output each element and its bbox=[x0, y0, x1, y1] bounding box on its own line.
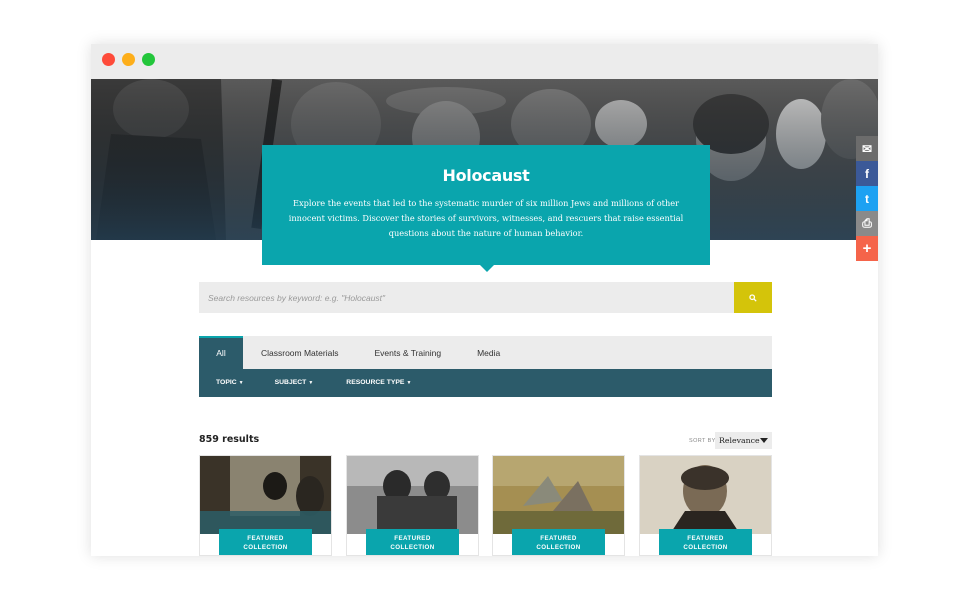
print-button[interactable]: ⎙ bbox=[856, 211, 878, 236]
filter-subject-label: SUBJECT bbox=[274, 379, 307, 386]
more-share-button[interactable]: + bbox=[856, 236, 878, 261]
filter-topic-label: TOPIC bbox=[216, 379, 237, 386]
badge-line-2: COLLECTION bbox=[243, 544, 288, 551]
filter-resource-type-label: RESOURCE TYPE bbox=[346, 379, 405, 386]
badge-line-1: FEATURED bbox=[540, 535, 577, 542]
resource-card[interactable]: FEATURED COLLECTION bbox=[492, 455, 625, 556]
card-image bbox=[347, 456, 478, 534]
topic-description: Explore the events that led to the syste… bbox=[288, 198, 684, 238]
twitter-share-button[interactable]: t bbox=[856, 186, 878, 211]
badge-line-1: FEATURED bbox=[247, 535, 284, 542]
caret-down-icon: ▼ bbox=[406, 380, 412, 386]
resource-card[interactable]: FEATURED COLLECTION bbox=[346, 455, 479, 556]
badge-line-2: COLLECTION bbox=[390, 544, 435, 551]
badge-line-1: FEATURED bbox=[687, 535, 724, 542]
facebook-share-button[interactable]: f bbox=[856, 161, 878, 186]
tab-classroom-materials[interactable]: Classroom Materials bbox=[243, 336, 356, 369]
featured-collection-badge: FEATURED COLLECTION bbox=[366, 529, 459, 555]
browser-window: ✉ f t ⎙ + Holocaust Explore the events t… bbox=[91, 44, 878, 556]
tab-all[interactable]: All bbox=[199, 336, 243, 369]
caret-down-icon: ▼ bbox=[308, 380, 314, 386]
badge-line-1: FEATURED bbox=[394, 535, 431, 542]
page-title: Holocaust bbox=[442, 166, 530, 185]
email-share-button[interactable]: ✉ bbox=[856, 136, 878, 161]
more-icon: + bbox=[862, 240, 872, 257]
share-bar: ✉ f t ⎙ + bbox=[856, 136, 878, 261]
tab-media[interactable]: Media bbox=[459, 336, 518, 369]
featured-collection-badge: FEATURED COLLECTION bbox=[219, 529, 312, 555]
search-input[interactable] bbox=[199, 282, 734, 313]
sort-value: Relevance bbox=[719, 436, 760, 445]
card-image bbox=[640, 456, 771, 534]
chevron-down-icon bbox=[760, 438, 768, 443]
featured-collection-badge: FEATURED COLLECTION bbox=[659, 529, 752, 555]
topic-intro-box: Holocaust Explore the events that led to… bbox=[262, 145, 710, 272]
featured-collection-badge: FEATURED COLLECTION bbox=[512, 529, 605, 555]
minimize-window-button[interactable] bbox=[122, 53, 135, 66]
search-icon bbox=[749, 293, 757, 302]
maximize-window-button[interactable] bbox=[142, 53, 155, 66]
badge-line-2: COLLECTION bbox=[683, 544, 728, 551]
email-icon: ✉ bbox=[861, 141, 873, 156]
card-image bbox=[200, 456, 331, 534]
search-button[interactable] bbox=[734, 282, 772, 313]
caret-down-icon: ▼ bbox=[238, 380, 244, 386]
sort-select[interactable]: Relevance bbox=[715, 432, 772, 449]
print-icon: ⎙ bbox=[862, 216, 872, 230]
filter-subject[interactable]: SUBJECT ▼ bbox=[275, 369, 314, 397]
search-bar bbox=[199, 282, 772, 313]
twitter-icon: t bbox=[865, 191, 869, 206]
filter-bar: TOPIC ▼ SUBJECT ▼ RESOURCE TYPE ▼ bbox=[199, 369, 772, 397]
resource-card[interactable]: FEATURED COLLECTION bbox=[639, 455, 772, 556]
badge-line-2: COLLECTION bbox=[536, 544, 581, 551]
filter-topic[interactable]: TOPIC ▼ bbox=[216, 369, 244, 397]
resource-card[interactable]: FEATURED COLLECTION bbox=[199, 455, 332, 556]
filter-resource-type[interactable]: RESOURCE TYPE ▼ bbox=[346, 369, 411, 397]
card-image bbox=[493, 456, 624, 534]
results-count: 859 results bbox=[199, 434, 260, 445]
window-titlebar bbox=[91, 44, 878, 79]
sort-label: SORT BY bbox=[689, 438, 716, 444]
facebook-icon: f bbox=[865, 166, 869, 181]
close-window-button[interactable] bbox=[102, 53, 115, 66]
resource-tabs: All Classroom Materials Events & Trainin… bbox=[199, 336, 772, 369]
tab-events-training[interactable]: Events & Training bbox=[356, 336, 459, 369]
